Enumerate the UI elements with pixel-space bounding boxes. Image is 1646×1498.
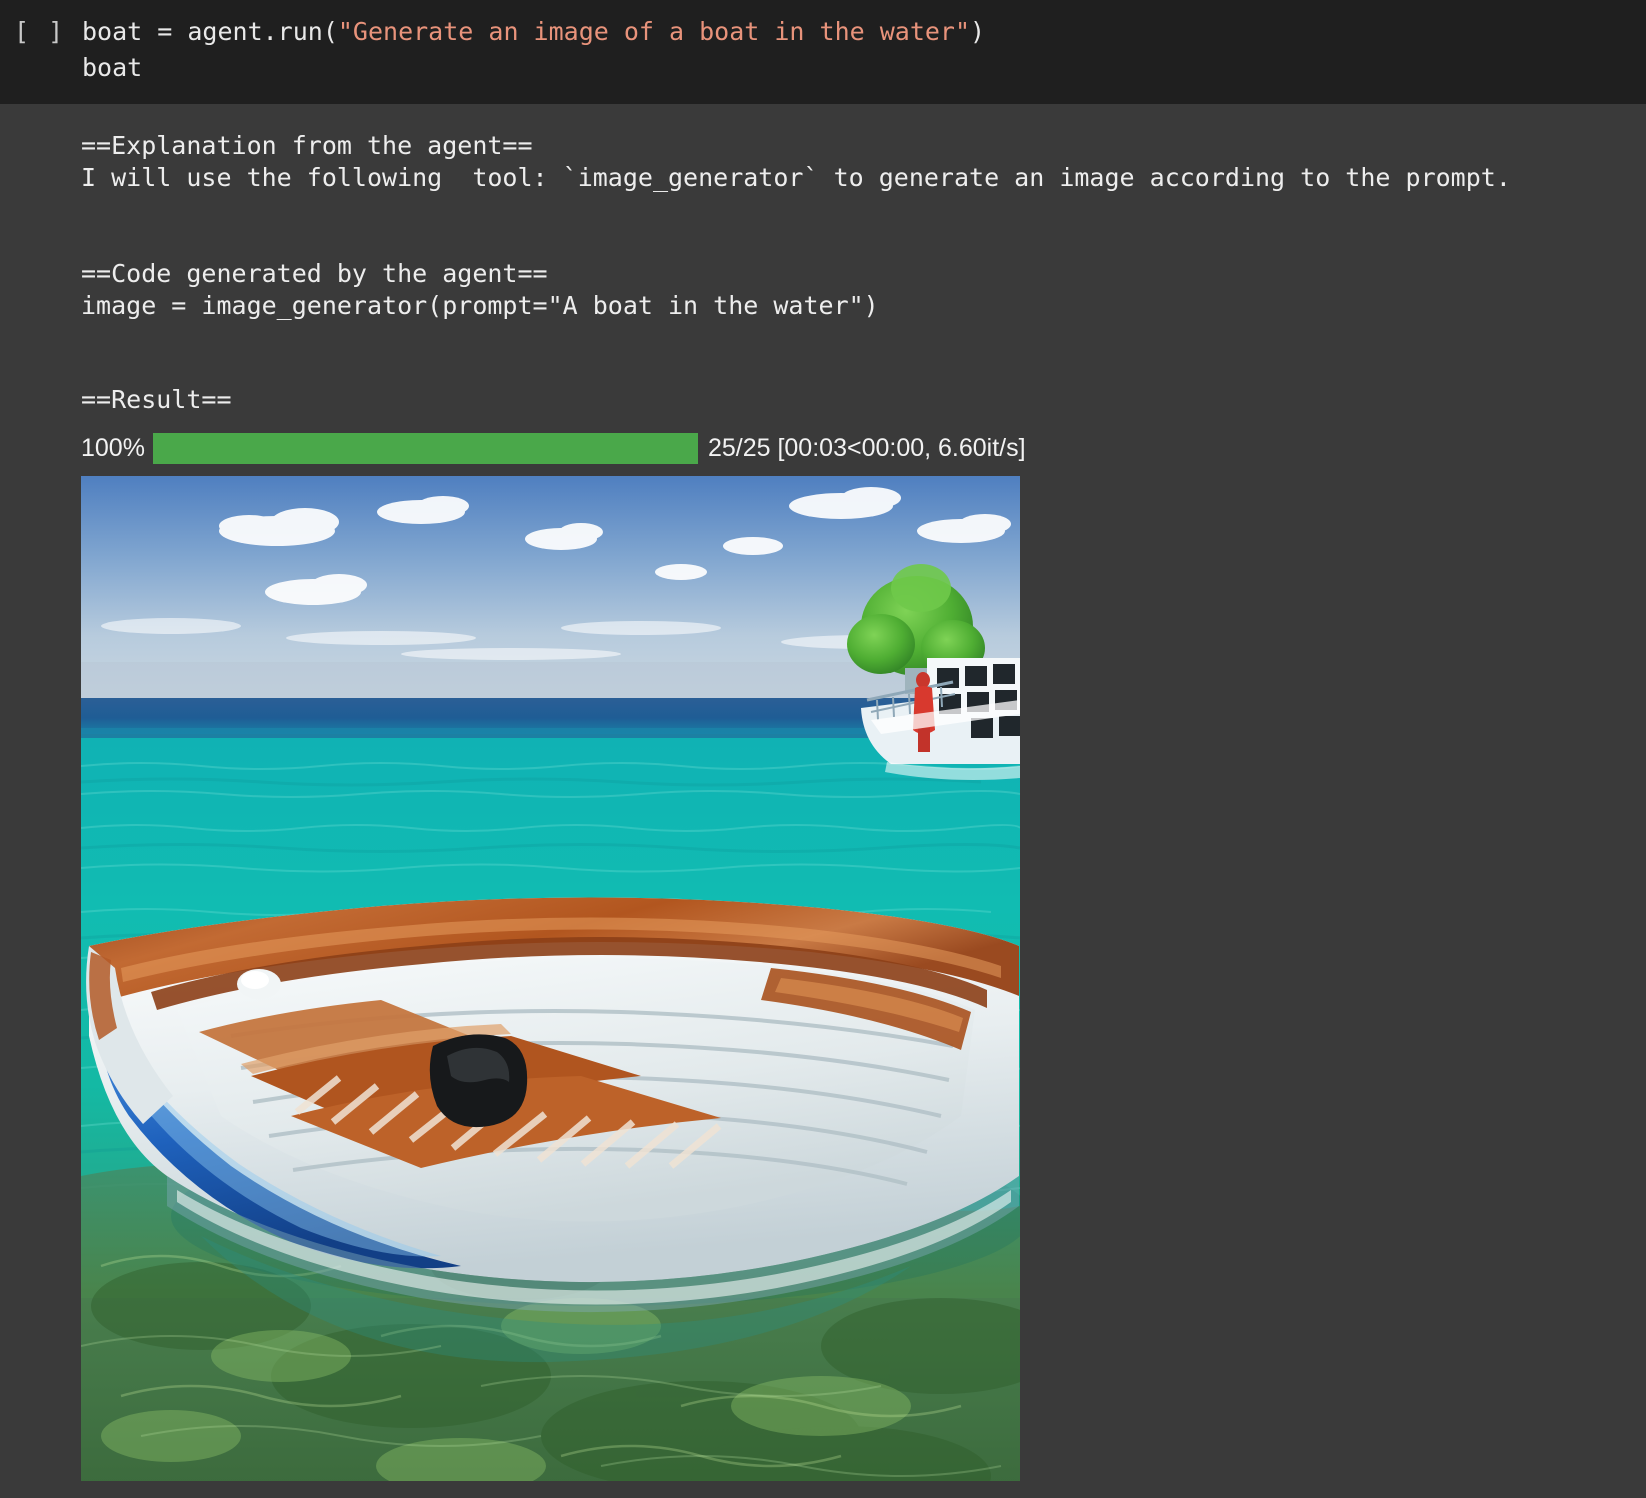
cell-output-area: ==Explanation from the agent== I will us…: [0, 104, 1646, 1481]
code-line-1: [ ] boat = agent.run("Generate an image …: [0, 14, 1646, 50]
code-line-2: boat: [0, 50, 1646, 86]
output-spacer-1: [0, 194, 1646, 258]
result-header: ==Result==: [81, 385, 232, 414]
cell-run-indicator[interactable]: [ ]: [0, 14, 82, 50]
code-token-string: "Generate an image of a boat in the wate…: [337, 17, 971, 46]
progress-bar-track: [152, 432, 698, 464]
code-line-1-text: boat = agent.run("Generate an image of a…: [82, 14, 985, 50]
output-spacer-2: [0, 322, 1646, 384]
generated-code-body: image = image_generator(prompt="A boat i…: [81, 291, 879, 320]
progress-stats-label: 25/25 [00:03<00:00, 6.60it/s]: [707, 434, 1026, 462]
progress-bar-fill: [152, 432, 698, 464]
progress-bar-row: 100% 25/25 [00:03<00:00, 6.60it/s]: [0, 432, 1646, 464]
code-line-2-text: boat: [82, 53, 143, 82]
bow-float: [237, 969, 281, 999]
code-token-plain: boat = agent.run(: [82, 17, 338, 46]
progress-percent-label: 100%: [81, 434, 145, 462]
generated-boat-illustration: [81, 476, 1020, 1481]
code-token-plain-close: ): [970, 17, 986, 46]
notebook-cell-container: [ ] boat = agent.run("Generate an image …: [0, 0, 1646, 1498]
explanation-header: ==Explanation from the agent==: [81, 131, 533, 160]
explanation-body: I will use the following tool: `image_ge…: [81, 163, 1511, 192]
code-cell[interactable]: [ ] boat = agent.run("Generate an image …: [0, 0, 1646, 104]
generated-image: [81, 476, 1020, 1481]
code-header: ==Code generated by the agent==: [81, 259, 548, 288]
